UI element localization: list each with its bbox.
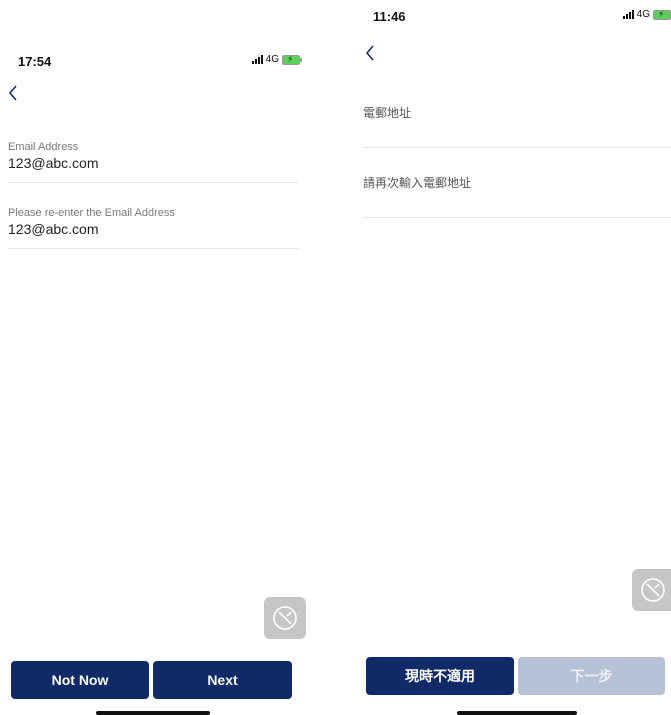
status-time: 17:54 bbox=[18, 54, 52, 69]
english-screen: 17:54 4G ⚡ Email Address 123@abc.com Ple… bbox=[0, 0, 310, 715]
confirm-email-field[interactable]: Please re-enter the Email Address 123@ab… bbox=[8, 207, 298, 249]
status-indicators: 4G ⚡ bbox=[251, 54, 302, 65]
assist-button[interactable] bbox=[632, 569, 671, 611]
back-button[interactable] bbox=[365, 44, 375, 67]
confirm-email-label: Please re-enter the Email Address bbox=[8, 207, 175, 219]
home-indicator bbox=[457, 711, 577, 715]
signal-icon bbox=[251, 55, 263, 64]
email-value: 123@abc.com bbox=[8, 155, 99, 171]
home-indicator bbox=[96, 711, 210, 715]
chevron-left-icon bbox=[365, 45, 374, 61]
email-label: Email Address bbox=[8, 141, 79, 153]
email-field[interactable]: Email Address 123@abc.com bbox=[8, 141, 298, 183]
wrench-screwdriver-icon bbox=[641, 578, 665, 602]
assist-button[interactable] bbox=[264, 597, 306, 639]
status-indicators: 4G ⚡ bbox=[622, 9, 671, 20]
network-label: 4G bbox=[265, 54, 279, 65]
network-label: 4G bbox=[636, 9, 650, 20]
confirm-email-field[interactable]: 請再次輸入電郵地址 bbox=[363, 174, 671, 218]
signal-icon bbox=[622, 10, 634, 19]
battery-icon: ⚡ bbox=[653, 9, 671, 20]
confirm-email-label: 請再次輸入電郵地址 bbox=[363, 176, 472, 190]
not-now-button[interactable]: Not Now bbox=[11, 661, 149, 699]
status-time: 11:46 bbox=[373, 9, 406, 24]
back-button[interactable] bbox=[8, 84, 18, 107]
chinese-screen: 11:46 4G ⚡ 電郵地址 請再次輸入電郵地址 現時不適用 下一步 bbox=[355, 0, 671, 715]
next-step-button[interactable]: 下一步 bbox=[518, 657, 665, 695]
wrench-screwdriver-icon bbox=[273, 606, 297, 630]
confirm-email-value: 123@abc.com bbox=[8, 221, 99, 237]
chevron-left-icon bbox=[8, 85, 17, 101]
email-field[interactable]: 電郵地址 bbox=[363, 104, 671, 148]
next-button[interactable]: Next bbox=[153, 661, 292, 699]
not-applicable-button[interactable]: 現時不適用 bbox=[366, 657, 514, 695]
battery-icon: ⚡ bbox=[282, 54, 302, 65]
email-label: 電郵地址 bbox=[363, 106, 412, 120]
